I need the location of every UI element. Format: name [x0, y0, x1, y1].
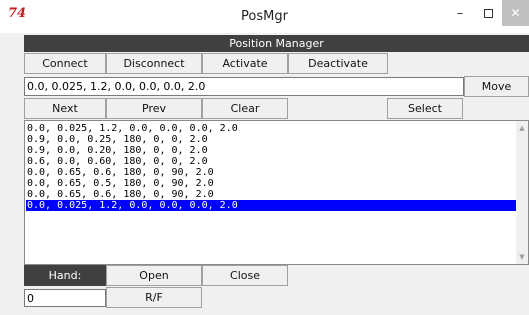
hand-value-input[interactable]: 0	[24, 289, 106, 307]
list-item[interactable]: 0.9, 0.0, 0.20, 180, 0, 0, 2.0	[26, 145, 517, 156]
close-hand-button[interactable]: Close	[202, 265, 288, 286]
list-item[interactable]: 0.0, 0.65, 0.6, 180, 0, 90, 2.0	[26, 189, 517, 200]
positions-list: 0.0, 0.025, 1.2, 0.0, 0.0, 0.0, 2.0 0.9, …	[26, 123, 517, 211]
prev-button[interactable]: Prev	[106, 98, 202, 119]
maximize-button[interactable]	[474, 0, 502, 26]
maximize-icon	[483, 8, 493, 18]
list-item[interactable]: 0.0, 0.025, 1.2, 0.0, 0.0, 0.0, 2.0	[26, 200, 517, 211]
move-button[interactable]: Move	[464, 76, 529, 97]
deactivate-button[interactable]: Deactivate	[288, 53, 388, 74]
list-item[interactable]: 0.9, 0.0, 0.25, 180, 0, 0, 2.0	[26, 134, 517, 145]
activate-button[interactable]: Activate	[202, 53, 288, 74]
scroll-up-icon[interactable]: ▲	[516, 123, 528, 133]
clear-button[interactable]: Clear	[202, 98, 288, 119]
list-item[interactable]: 0.0, 0.65, 0.6, 180, 0, 90, 2.0	[26, 167, 517, 178]
close-button[interactable]: ✕	[502, 0, 529, 26]
scrollbar[interactable]: ▲ ▼	[516, 121, 528, 264]
connect-button[interactable]: Connect	[24, 53, 106, 74]
position-input[interactable]: 0.0, 0.025, 1.2, 0.0, 0.0, 0.0, 2.0	[24, 77, 464, 96]
list-item[interactable]: 0.0, 0.025, 1.2, 0.0, 0.0, 0.0, 2.0	[26, 123, 517, 134]
scroll-down-icon[interactable]: ▼	[516, 252, 528, 262]
list-item[interactable]: 0.0, 0.65, 0.5, 180, 0, 90, 2.0	[26, 178, 517, 189]
disconnect-button[interactable]: Disconnect	[106, 53, 202, 74]
minimize-button[interactable]: –	[446, 0, 474, 26]
open-button[interactable]: Open	[106, 265, 202, 286]
next-button[interactable]: Next	[24, 98, 106, 119]
list-item[interactable]: 0.6, 0.0, 0.60, 180, 0, 0, 2.0	[26, 156, 517, 167]
select-button[interactable]: Select	[387, 98, 463, 119]
positions-listbox[interactable]: 0.0, 0.025, 1.2, 0.0, 0.0, 0.0, 2.0 0.9, …	[24, 120, 529, 265]
rf-button[interactable]: R/F	[106, 287, 202, 308]
hand-label: Hand:	[24, 265, 106, 286]
position-manager-header: Position Manager	[24, 35, 529, 52]
